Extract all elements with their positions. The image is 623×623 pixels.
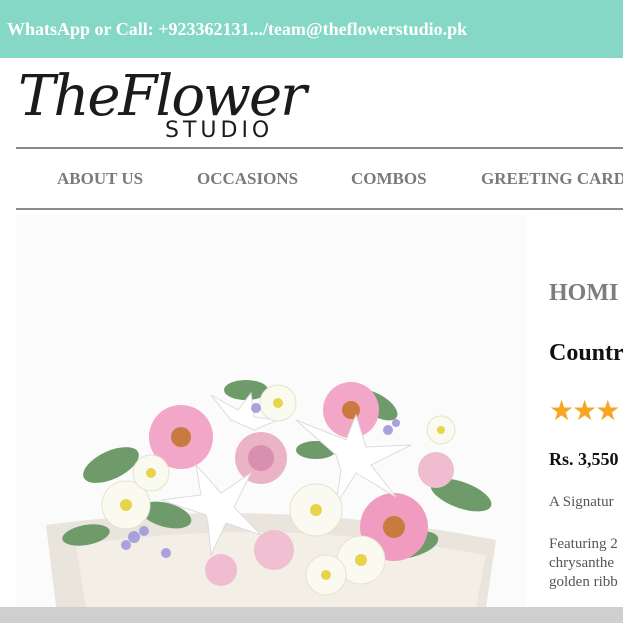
product-price: Rs. 3,550 bbox=[549, 449, 619, 469]
flower-bouquet-image bbox=[46, 380, 496, 607]
product-description: Featuring 2 chrysanthe golden ribb bbox=[549, 535, 618, 592]
product-short-description: A Signatur bbox=[549, 494, 614, 510]
description-line: Featuring 2 bbox=[549, 536, 618, 552]
description-line: chrysanthe bbox=[549, 555, 614, 571]
nav-item-occasions[interactable]: OCCASIONS bbox=[197, 169, 298, 189]
product-image[interactable] bbox=[16, 215, 526, 607]
product-title: Countr bbox=[549, 340, 623, 366]
nav-item-about-us[interactable]: ABOUT US bbox=[57, 169, 143, 189]
main-navigation: ABOUT US OCCASIONS COMBOS GREETING CARD bbox=[16, 147, 623, 210]
breadcrumb[interactable]: HOMI bbox=[549, 280, 618, 307]
horizontal-scrollbar[interactable] bbox=[0, 607, 623, 623]
description-line: golden ribb bbox=[549, 574, 618, 590]
logo-subtitle: STUDIO bbox=[165, 118, 274, 143]
nav-item-combos[interactable]: COMBOS bbox=[351, 169, 427, 189]
product-info: HOMI Countr ★★★ Rs. 3,550 A Signatur Fea… bbox=[549, 0, 623, 623]
rating-stars: ★★★ bbox=[549, 396, 620, 427]
contact-info-text[interactable]: WhatsApp or Call: +923362131.../team@the… bbox=[7, 19, 467, 40]
top-contact-bar: WhatsApp or Call: +923362131.../team@the… bbox=[0, 0, 623, 58]
site-logo[interactable]: TheFlower STUDIO bbox=[18, 64, 307, 148]
